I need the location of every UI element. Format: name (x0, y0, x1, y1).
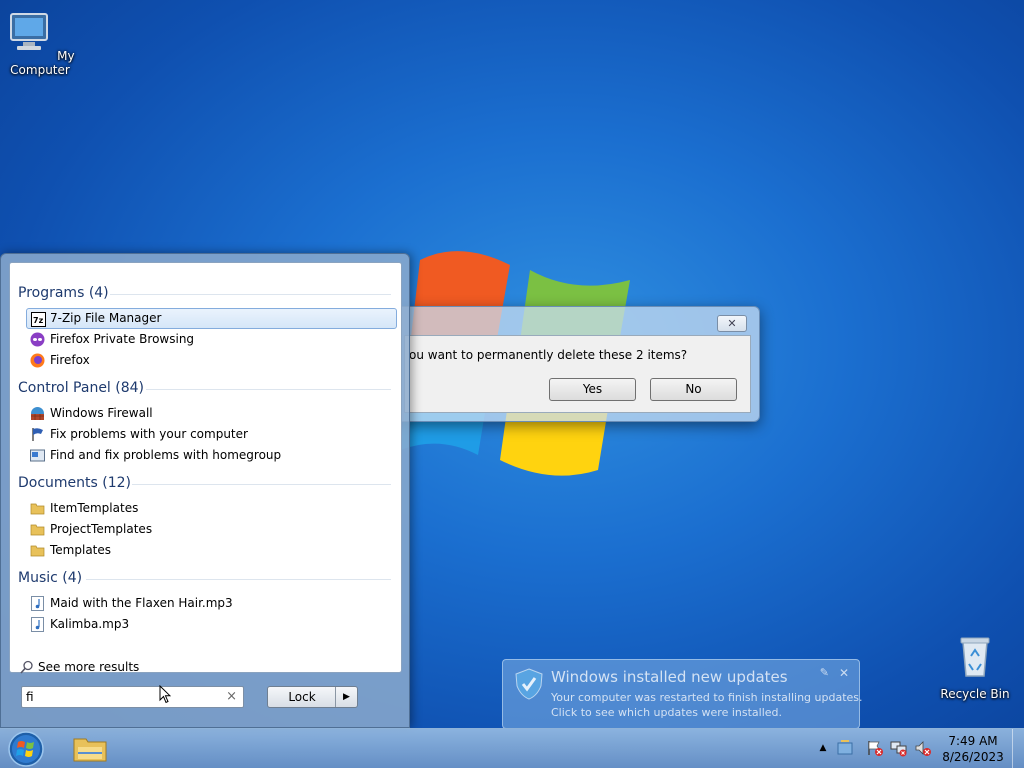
result-item-label: Firefox Private Browsing (50, 332, 195, 346)
taskbar-clock[interactable]: 7:49 AM 8/26/2023 (940, 733, 1006, 765)
troubleshoot-icon (30, 449, 45, 462)
dialog-close-button[interactable]: ✕ (717, 315, 747, 332)
windows-update-tray-icon[interactable] (836, 739, 854, 757)
clock-time: 7:49 AM (948, 734, 998, 748)
update-notification-balloon[interactable]: Windows installed new updates Your compu… (502, 659, 863, 729)
result-item-templates[interactable]: Templates (26, 540, 397, 561)
start-menu: Programs (4) 7z 7-Zip File Manager Firef… (0, 253, 410, 728)
7zip-icon: 7z (31, 312, 46, 327)
folder-icon (30, 524, 45, 536)
clock-date: 8/26/2023 (942, 750, 1004, 764)
result-item-itemtemplates[interactable]: ItemTemplates (26, 498, 397, 519)
notification-close-icon[interactable]: ✕ (839, 666, 849, 680)
firefox-icon (30, 353, 45, 368)
action-center-flag-icon[interactable] (866, 739, 884, 757)
group-divider (86, 579, 391, 580)
search-input[interactable] (26, 689, 216, 705)
taskbar: ▲ 7:49 AM 8/26/2023 (0, 728, 1024, 768)
firewall-icon (31, 407, 44, 420)
result-item-label: Find and fix problems with homegroup (50, 448, 282, 462)
show-desktop-button[interactable] (1012, 729, 1024, 768)
group-divider (110, 294, 391, 295)
folder-icon (30, 503, 45, 515)
group-divider (146, 389, 391, 390)
group-title-programs[interactable]: Programs (4) (18, 285, 109, 301)
result-item-firefox[interactable]: Firefox (26, 350, 397, 371)
result-item-label: Templates (50, 543, 112, 557)
show-hidden-icons-arrow[interactable]: ▲ (814, 739, 832, 757)
result-item-label: Fix problems with your computer (50, 427, 248, 441)
result-item-fix-problems[interactable]: Fix problems with your computer (26, 424, 397, 445)
recycle-bin-icon (960, 637, 990, 677)
desktop-icon-recycle-bin[interactable]: Recycle Bin (935, 632, 1015, 701)
music-file-icon (31, 596, 44, 611)
windows-update-shield-icon (515, 668, 543, 700)
see-more-label: See more results (38, 660, 140, 674)
see-more-results-link[interactable]: See more results (20, 660, 139, 674)
result-item-label: ProjectTemplates (50, 522, 153, 536)
music-file-icon (31, 617, 44, 632)
no-button[interactable]: No (650, 378, 737, 401)
dialog-body: ou want to permanently delete these 2 it… (404, 335, 751, 413)
search-results-pane: Programs (4) 7z 7-Zip File Manager Firef… (9, 262, 402, 674)
desktop-icon-label: Recycle Bin (940, 687, 1010, 701)
volume-muted-icon[interactable] (914, 739, 932, 757)
result-item-label: Kalimba.mp3 (50, 617, 130, 631)
result-item-firefox-private[interactable]: Firefox Private Browsing (26, 329, 397, 350)
result-item-maid-with-flaxen-hair[interactable]: Maid with the Flaxen Hair.mp3 (26, 593, 397, 614)
shutdown-options-arrow-icon[interactable]: ▶ (335, 687, 357, 707)
result-item-label: ItemTemplates (50, 501, 139, 515)
mouse-cursor-icon (159, 685, 171, 704)
group-divider (132, 484, 391, 485)
result-item-homegroup[interactable]: Find and fix problems with homegroup (26, 445, 397, 466)
network-icon[interactable] (890, 739, 908, 757)
lock-button[interactable]: Lock ▶ (267, 686, 358, 708)
delete-confirmation-dialog: ✕ ou want to permanently delete these 2 … (395, 306, 760, 422)
computer-icon (10, 13, 49, 50)
notification-title: Windows installed new updates (551, 668, 788, 686)
start-search-box[interactable]: × (21, 686, 244, 708)
firefox-private-icon (30, 332, 45, 347)
result-item-label: 7-Zip File Manager (50, 311, 162, 325)
start-orb-button[interactable] (6, 730, 46, 768)
result-item-projecttemplates[interactable]: ProjectTemplates (26, 519, 397, 540)
action-center-flag-icon (32, 428, 43, 441)
clear-search-icon[interactable]: × (226, 689, 237, 704)
result-item-kalimba[interactable]: Kalimba.mp3 (26, 614, 397, 635)
windows-explorer-taskbar-button[interactable] (66, 731, 114, 767)
group-title-music[interactable]: Music (4) (18, 570, 82, 586)
group-title-documents[interactable]: Documents (12) (18, 475, 131, 491)
yes-button[interactable]: Yes (549, 378, 636, 401)
dialog-titlebar[interactable]: ✕ (396, 307, 759, 335)
result-item-label: Firefox (50, 353, 90, 367)
group-title-control-panel[interactable]: Control Panel (84) (18, 380, 144, 396)
folder-icon (30, 545, 45, 557)
lock-button-label: Lock (288, 690, 316, 704)
notification-pin-icon[interactable]: ✎ (820, 666, 829, 679)
dialog-message: ou want to permanently delete these 2 it… (409, 348, 688, 362)
desktop-icon-my-computer[interactable]: My Computer (0, 8, 80, 77)
svg-text:7z: 7z (33, 316, 44, 325)
result-item-windows-firewall[interactable]: Windows Firewall (26, 403, 397, 424)
result-item-label: Windows Firewall (50, 406, 153, 420)
magnifier-icon (20, 660, 33, 674)
notification-line-1: Your computer was restarted to finish in… (551, 691, 863, 704)
notification-line-2: Click to see which updates were installe… (551, 706, 783, 719)
result-item-7zip[interactable]: 7z 7-Zip File Manager (26, 308, 397, 329)
result-item-label: Maid with the Flaxen Hair.mp3 (50, 596, 233, 610)
